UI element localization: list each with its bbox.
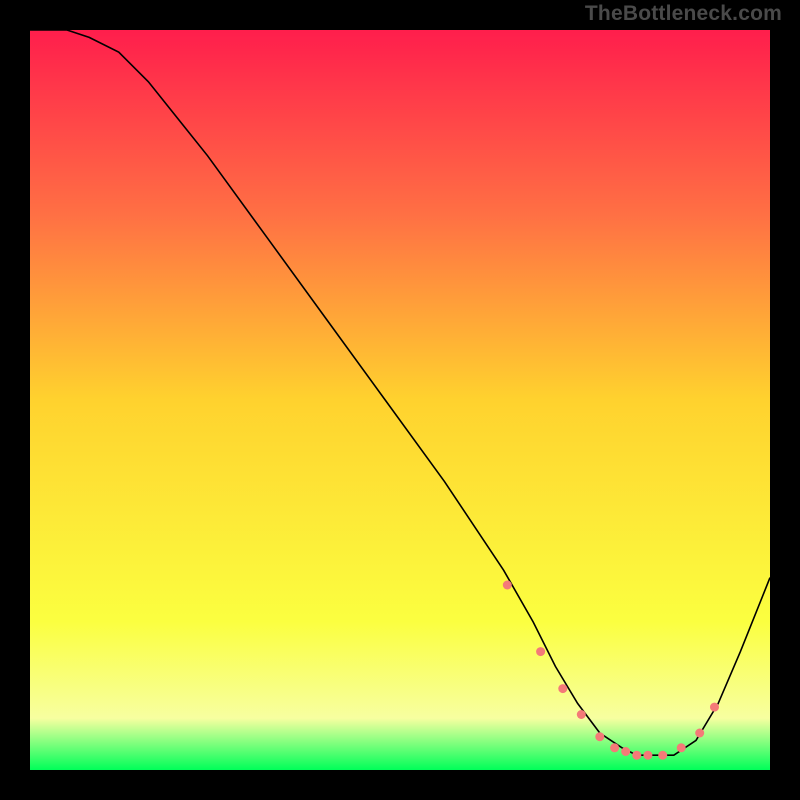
chart-svg <box>30 30 770 770</box>
highlight-dot <box>610 743 619 752</box>
highlight-dot <box>577 710 586 719</box>
highlight-dot <box>503 581 512 590</box>
highlight-dot <box>536 647 545 656</box>
highlight-dot <box>677 743 686 752</box>
highlight-dot <box>710 703 719 712</box>
highlight-dot <box>595 732 604 741</box>
plot-area <box>30 30 770 770</box>
watermark-text: TheBottleneck.com <box>585 2 782 26</box>
highlight-dot <box>643 751 652 760</box>
highlight-dot <box>658 751 667 760</box>
highlight-dot <box>621 747 630 756</box>
highlight-dot <box>558 684 567 693</box>
highlight-dot <box>695 729 704 738</box>
highlight-dot <box>632 751 641 760</box>
gradient-background <box>30 30 770 770</box>
chart-container: TheBottleneck.com <box>0 0 800 800</box>
